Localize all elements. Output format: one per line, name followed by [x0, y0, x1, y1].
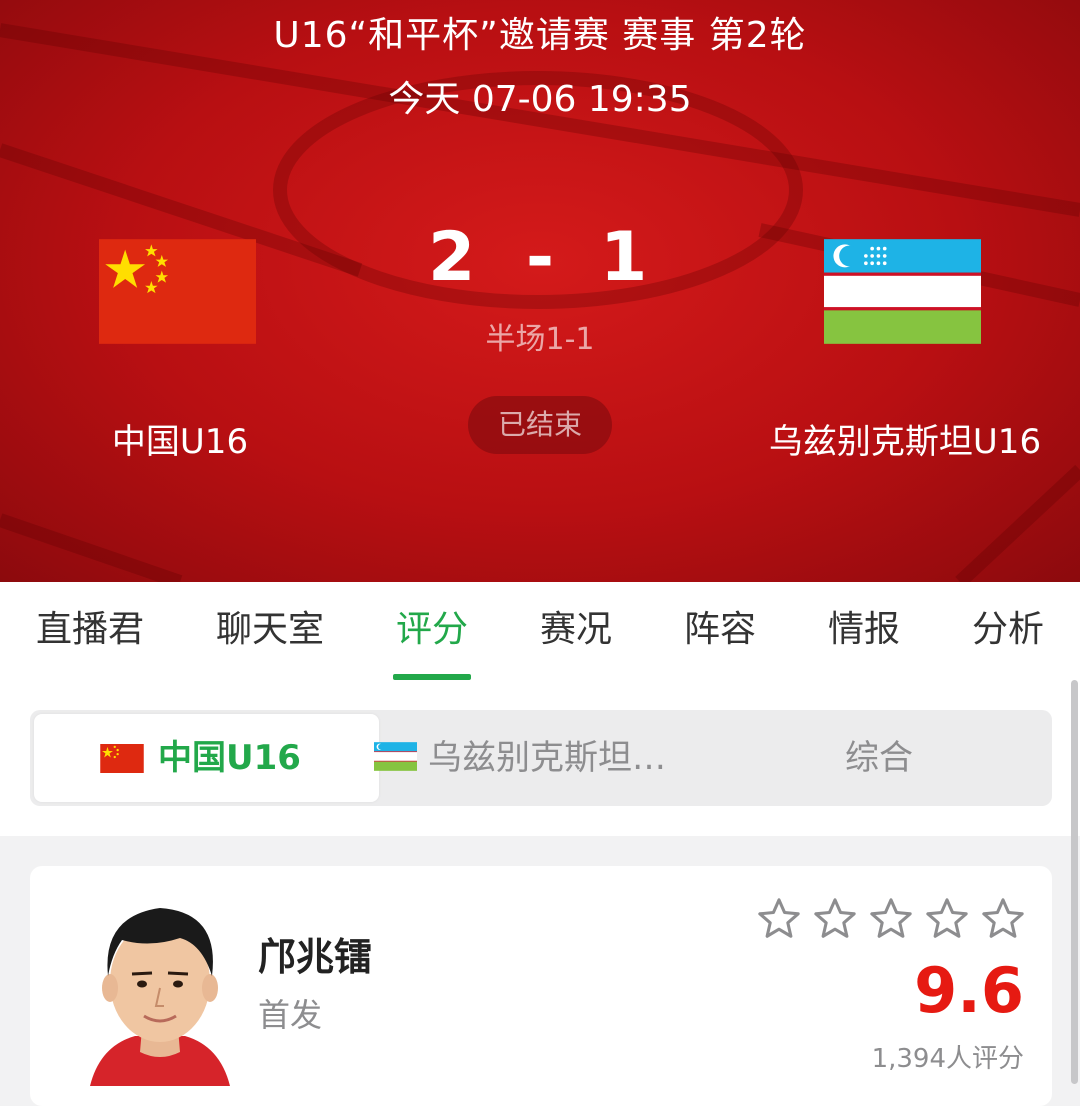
star-outline-icon[interactable]	[756, 896, 802, 942]
home-score: 2	[428, 218, 476, 297]
star-outline-icon[interactable]	[812, 896, 858, 942]
team-segment-control: 中国U16 乌兹别克斯坦… 综合	[30, 710, 1052, 806]
player-avatar	[90, 908, 230, 1086]
match-status-badge: 已结束	[468, 396, 612, 454]
segment-away-team[interactable]: 乌兹别克斯坦…	[428, 714, 698, 802]
player-rating-score: 9.6	[914, 954, 1024, 1027]
tab-ratings[interactable]: 评分	[383, 582, 481, 680]
segment-home-team[interactable]: 中国U16	[34, 714, 379, 802]
halftime-score: 半场1-1	[485, 322, 595, 357]
player-name: 邝兆镭	[258, 935, 373, 979]
home-team-name[interactable]: 中国U16	[90, 414, 270, 463]
tab-match-events[interactable]: 赛况	[527, 582, 625, 680]
segment-overall[interactable]: 综合	[845, 714, 913, 802]
scoreboard: 2 - 1	[0, 218, 1080, 308]
player-rating-card[interactable]: 邝兆镭 首发 9.6 1,394人评分	[30, 866, 1052, 1106]
score-separator: -	[525, 218, 555, 297]
away-team-name[interactable]: 乌兹别克斯坦U16	[760, 414, 1050, 463]
tab-live[interactable]: 直播君	[24, 582, 156, 680]
match-datetime: 今天 07-06 19:35	[388, 79, 692, 120]
team-segment-section: 中国U16 乌兹别克斯坦… 综合	[0, 680, 1080, 836]
rating-count: 1,394人评分	[871, 1044, 1024, 1074]
segment-home-label: 中国U16	[158, 738, 301, 778]
rating-stars[interactable]	[756, 896, 1026, 946]
star-outline-icon[interactable]	[924, 896, 970, 942]
star-outline-icon[interactable]	[980, 896, 1026, 942]
player-role: 首发	[258, 996, 323, 1034]
match-title: U16“和平杯”邀请赛 赛事 第2轮	[273, 15, 807, 56]
tab-chatroom[interactable]: 聊天室	[204, 582, 336, 680]
tab-bar: 直播君 聊天室 评分 赛况 阵容 情报 分析	[0, 582, 1080, 680]
match-header: U16“和平杯”邀请赛 赛事 第2轮 今天 07-06 19:35 2 - 1 …	[0, 0, 1080, 582]
tab-lineup[interactable]: 阵容	[671, 582, 769, 680]
uzbekistan-flag-icon	[374, 742, 417, 771]
away-score: 1	[600, 218, 648, 297]
tab-intel[interactable]: 情报	[815, 582, 913, 680]
tab-analysis[interactable]: 分析	[959, 582, 1057, 680]
china-flag-icon	[100, 744, 144, 773]
star-outline-icon[interactable]	[868, 896, 914, 942]
scrollbar[interactable]	[1071, 680, 1078, 1084]
